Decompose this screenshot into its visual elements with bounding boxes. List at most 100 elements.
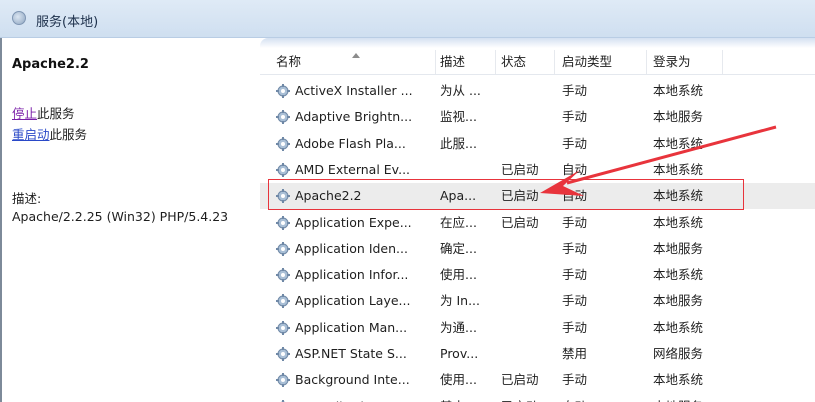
service-description-cell: Prov...: [440, 346, 479, 361]
column-header-startup-type-label: 启动类型: [562, 54, 613, 69]
services-icon: [12, 11, 26, 25]
service-name-label: AMD External Ev...: [295, 161, 411, 177]
stop-service-link[interactable]: 停止: [12, 106, 37, 121]
column-header-name-label: 名称: [276, 54, 302, 69]
column-header-name[interactable]: 名称: [270, 50, 436, 74]
service-name-label: Adobe Flash Pla...: [295, 135, 406, 151]
service-name-label: Application Expe...: [295, 214, 412, 230]
service-name-cell: Application Laye...: [276, 288, 440, 314]
service-description-cell: 使用...: [440, 372, 477, 388]
service-row[interactable]: Background Inte... 使用... 已启动 手动 本地系统: [260, 367, 815, 393]
service-startup-type-cell: 手动: [562, 372, 588, 388]
window-title: 服务(本地): [36, 15, 99, 30]
stop-service-suffix: 此服务: [37, 106, 75, 121]
gear-icon: [276, 268, 290, 283]
service-row[interactable]: Application Man... 为通... 手动 本地系统: [260, 315, 815, 341]
service-logon-as-cell: 本地系统: [653, 161, 704, 177]
service-row[interactable]: Application Laye... 为 In... 手动 本地服务: [260, 288, 815, 314]
service-row[interactable]: Adaptive Brightn... 监视... 手动 本地服务: [260, 104, 815, 130]
service-description-cell: 为 In...: [440, 293, 481, 309]
service-description-cell: [440, 157, 498, 183]
service-startup-type-cell: 禁用: [562, 346, 588, 361]
service-name-label: Apache2.2: [295, 188, 362, 204]
service-startup-type-cell: 手动: [562, 109, 588, 125]
service-status-cell: [501, 288, 559, 314]
service-logon-as-cell: 本地系统: [653, 83, 704, 98]
service-row[interactable]: Application Infor... 使用... 手动 本地系统: [260, 262, 815, 288]
service-description-cell: 使用...: [440, 267, 477, 283]
service-description-cell: Apa...: [440, 188, 477, 204]
service-description-cell: 监视...: [440, 109, 477, 125]
description-label: 描述:: [12, 191, 42, 206]
service-name-label: Base Filtering E...: [295, 394, 404, 402]
gear-icon: [276, 110, 290, 125]
column-header-startup-type[interactable]: 启动类型: [556, 50, 647, 74]
service-name-label: Application Man...: [295, 319, 408, 335]
service-name-label: ASP.NET State S...: [295, 346, 407, 361]
service-name-label: Application Iden...: [295, 240, 408, 256]
column-header-status[interactable]: 状态: [495, 50, 555, 74]
service-startup-type-cell: 手动: [562, 83, 588, 98]
service-startup-type-cell: 自动: [562, 188, 588, 204]
service-status-cell: 已启动: [501, 394, 559, 402]
services-list-panel: 名称 描述 状态 启动类型 登录为 ActiveX Installer ... 为…: [260, 38, 815, 402]
service-startup-type-cell: 手动: [562, 240, 588, 256]
service-status-cell: [501, 104, 559, 130]
description-text: Apache/2.2.25 (Win32) PHP/5.4.23: [12, 209, 229, 224]
service-description-cell: 为通...: [440, 319, 477, 335]
gear-icon: [276, 189, 290, 204]
service-name-cell: Application Infor...: [276, 262, 440, 288]
service-name-cell: ASP.NET State S...: [276, 341, 440, 367]
service-row[interactable]: Adobe Flash Pla... 此服... 手动 本地系统: [260, 131, 815, 157]
service-name-cell: AMD External Ev...: [276, 157, 440, 183]
gear-icon: [276, 136, 290, 151]
service-status-cell: 已启动: [501, 161, 539, 177]
column-header-logon-as-label: 登录为: [653, 54, 691, 69]
service-status-cell: [501, 236, 559, 262]
service-name-cell: Application Expe...: [276, 210, 440, 236]
service-row[interactable]: Apache2.2 Apa... 已启动 自动 本地系统: [260, 183, 815, 210]
service-description-cell: 为从 ...: [440, 83, 481, 98]
service-detail-panel: Apache2.2 停止此服务 重启动此服务 描述: Apache/2.2.25…: [0, 38, 260, 402]
service-row[interactable]: ActiveX Installer ... 为从 ... 手动 本地系统: [260, 78, 815, 104]
panel-top-strip: [260, 38, 815, 48]
service-name-label: Background Inte...: [295, 372, 410, 388]
gear-icon: [276, 241, 290, 256]
service-name-cell: Background Inte...: [276, 367, 440, 393]
gear-icon: [276, 294, 290, 309]
restart-service-suffix: 此服务: [49, 127, 88, 142]
service-name-cell: Apache2.2: [276, 183, 440, 209]
service-status-cell: [501, 131, 559, 157]
service-logon-as-cell: 本地服务: [653, 240, 704, 256]
service-name-label: ActiveX Installer ...: [295, 83, 413, 98]
service-startup-type-cell: 手动: [562, 267, 588, 283]
restart-service-link[interactable]: 重启动: [12, 127, 50, 142]
service-logon-as-cell: 本地系统: [653, 135, 704, 151]
service-row[interactable]: ASP.NET State S... Prov... 禁用 网络服务: [260, 341, 815, 367]
service-status-cell: [501, 315, 559, 341]
gear-icon: [276, 162, 290, 177]
restart-service-action: 重启动此服务: [12, 124, 87, 143]
service-description-cell: 基本...: [440, 394, 498, 402]
gear-icon: [276, 84, 290, 98]
service-description-cell: 确定...: [440, 240, 477, 256]
sort-ascending-icon: [352, 53, 360, 58]
selected-service-title: Apache2.2: [12, 57, 89, 72]
column-header-description[interactable]: 描述: [434, 50, 496, 74]
service-row[interactable]: Base Filtering E... 基本...已启动自动 本地服务: [260, 394, 815, 402]
gear-icon: [276, 373, 290, 388]
service-row[interactable]: AMD External Ev... 已启动 自动 本地系统: [260, 157, 815, 183]
service-row[interactable]: Application Expe... 在应... 已启动 手动 本地系统: [260, 210, 815, 236]
service-status-cell: 已启动: [501, 188, 539, 204]
column-header-logon-as[interactable]: 登录为: [647, 50, 723, 74]
service-name-label: Application Infor...: [295, 267, 409, 283]
service-logon-as-cell: 本地系统: [653, 214, 704, 230]
service-row[interactable]: Application Iden... 确定... 手动 本地服务: [260, 236, 815, 262]
service-logon-as-cell: 本地系统: [653, 267, 704, 283]
service-name-cell: Base Filtering E...: [276, 394, 440, 402]
table-header: 名称 描述 状态 启动类型 登录为: [260, 50, 815, 75]
column-header-status-label: 状态: [501, 54, 527, 69]
service-name-cell: Adobe Flash Pla...: [276, 131, 440, 157]
service-logon-as-cell: 网络服务: [653, 346, 704, 361]
service-status-cell: 已启动: [501, 214, 539, 230]
